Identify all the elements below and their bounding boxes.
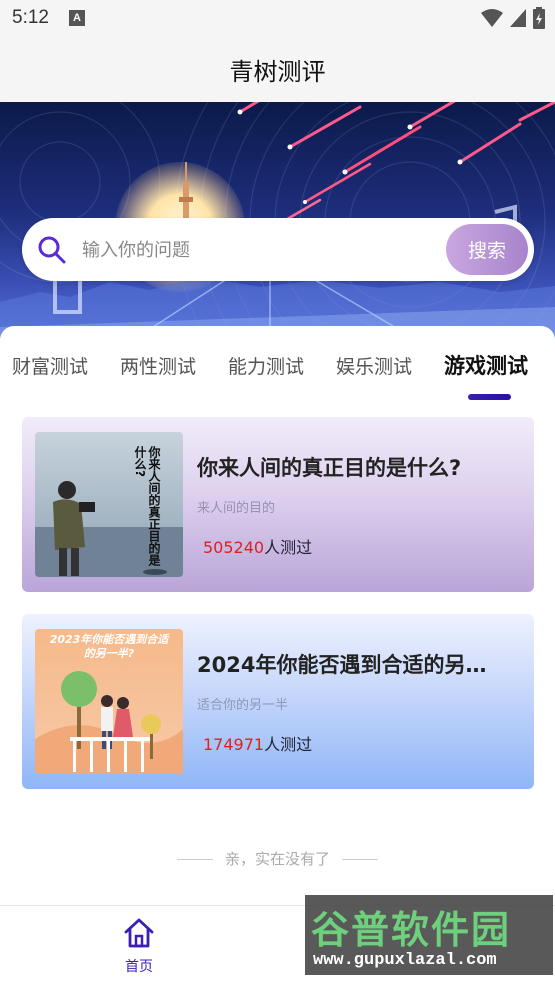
battery-icon: [533, 7, 545, 29]
category-tabs: 财富测试 两性测试 能力测试 娱乐测试 游戏测试: [0, 344, 555, 404]
card-count-suffix: 人测过: [264, 538, 313, 557]
notification-icon: A: [68, 10, 85, 26]
watermark-title: 谷普软件园: [311, 908, 512, 952]
card-subtitle: 来人间的目的: [197, 501, 276, 516]
watermark-url: www.gupuxlazal.com: [313, 951, 497, 970]
card-count-number: 174971: [203, 735, 265, 754]
tab-relationship[interactable]: 两性测试: [120, 352, 196, 379]
tab-ability[interactable]: 能力测试: [228, 352, 304, 379]
status-time: 5:12: [12, 7, 49, 28]
end-note-text: 亲，实在没有了: [224, 850, 330, 868]
divider-line: [342, 859, 378, 860]
card-thumbnail-text: 你来人间的真正目的是什么?: [133, 446, 161, 566]
card-subtitle: 适合你的另一半: [197, 698, 289, 713]
search-button[interactable]: 搜索: [446, 224, 528, 275]
card-count-number: 505240: [203, 538, 265, 557]
card-title: 你来人间的真正目的是什么?: [197, 456, 462, 480]
search-icon: [38, 236, 66, 264]
status-bar: 5:12 A: [0, 0, 555, 36]
card-title: 2024年你能否遇到合适的另一半: [197, 653, 507, 677]
wifi-icon: [481, 9, 503, 27]
test-card[interactable]: 你来人间的真正目的是什么? 你来人间的真正目的是什么? 来人间的目的 50524…: [22, 417, 534, 592]
watermark-logo: 谷普软件园 www.gupuxlazal.com: [305, 895, 553, 975]
card-count: 505240人测过: [203, 534, 312, 558]
tab-entertainment[interactable]: 娱乐测试: [336, 352, 412, 379]
page-title: 青树测评: [229, 57, 326, 86]
test-card[interactable]: 2023年你能否遇到合适的另一半? 2024年你能否遇到合适的另一半 适合你的另…: [22, 614, 534, 789]
card-count: 174971人测过: [203, 731, 312, 755]
tab-wealth[interactable]: 财富测试: [12, 352, 88, 379]
home-icon: [124, 918, 154, 948]
status-icons: [481, 7, 545, 29]
tab-game[interactable]: 游戏测试: [444, 350, 528, 380]
signal-icon: [510, 9, 526, 27]
card-thumbnail-text: 2023年你能否遇到合适的另一半?: [49, 633, 169, 660]
nav-home-button[interactable]: 首页: [110, 916, 168, 976]
card-count-suffix: 人测过: [264, 735, 313, 754]
tab-indicator: [468, 394, 511, 400]
card-thumbnail: 你来人间的真正目的是什么?: [35, 432, 183, 577]
end-of-list-note: 亲，实在没有了: [0, 848, 555, 869]
search-input[interactable]: [82, 230, 452, 270]
nav-home-label: 首页: [125, 959, 153, 975]
search-bar: 搜索: [22, 218, 534, 281]
card-thumbnail: 2023年你能否遇到合适的另一半?: [35, 629, 183, 774]
divider-line: [176, 859, 213, 860]
title-bar: 青树测评: [0, 36, 555, 102]
